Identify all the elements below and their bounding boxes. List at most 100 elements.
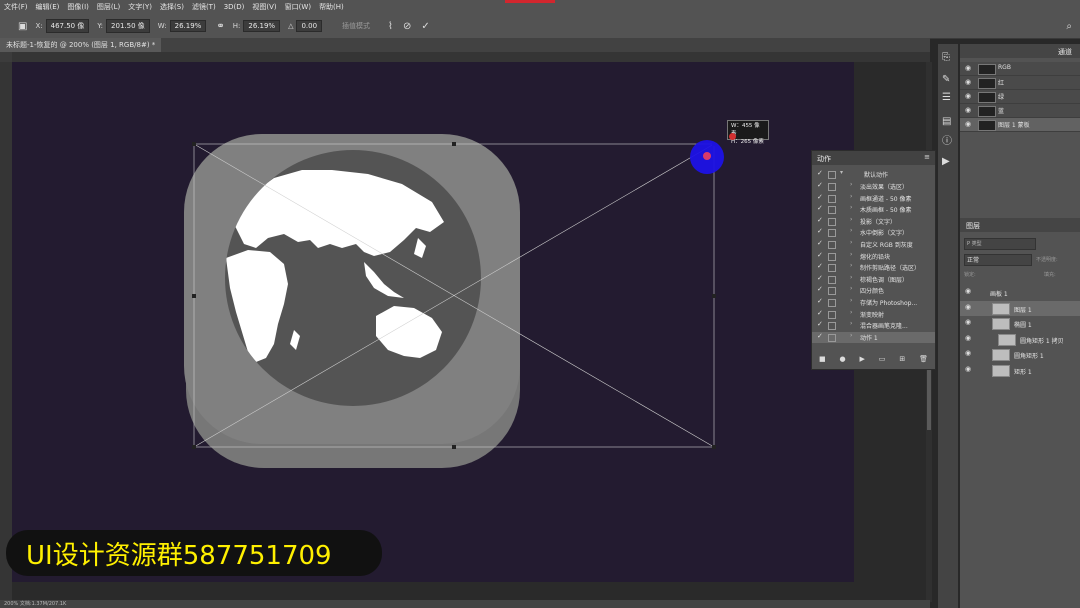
visibility-eye-icon[interactable]: ◉ (965, 303, 971, 311)
expand-chevron-icon[interactable]: › (850, 274, 852, 281)
action-set-row[interactable]: ✓ ▾ 默认动作 (812, 169, 935, 181)
layer-row[interactable]: ◉ 椭圆 1 (960, 316, 1080, 331)
dialog-toggle-icon[interactable] (828, 299, 836, 307)
visibility-eye-icon[interactable]: ◉ (965, 78, 971, 86)
check-icon[interactable]: ✓ (817, 239, 823, 247)
menu-item[interactable]: 编辑(E) (32, 2, 64, 12)
action-row[interactable]: ✓ › 存储为 Photoshop... (812, 297, 935, 309)
tab-channels[interactable]: 通道 (1058, 47, 1072, 57)
check-icon[interactable]: ✓ (817, 216, 823, 224)
action-row[interactable]: ✓ › 淡出效果（选区） (812, 181, 935, 193)
check-icon[interactable]: ✓ (817, 169, 823, 177)
check-icon[interactable]: ✓ (817, 332, 823, 340)
dialog-toggle-icon[interactable] (828, 322, 836, 331)
dialog-toggle-icon[interactable] (828, 194, 836, 203)
expand-chevron-icon[interactable]: › (850, 239, 852, 246)
check-icon[interactable]: ✓ (817, 251, 823, 259)
check-icon[interactable]: ✓ (817, 309, 823, 317)
action-row[interactable]: ✓ › 混合器画笔克隆... (812, 320, 935, 332)
check-icon[interactable]: ✓ (817, 181, 823, 189)
action-row[interactable]: ✓ › 制作剪贴路径（选区） (812, 262, 935, 274)
check-icon[interactable]: ✓ (817, 274, 823, 282)
reference-point-icon[interactable]: ▣ (18, 21, 27, 32)
info-icon[interactable]: ⓘ (942, 132, 952, 147)
expand-chevron-icon[interactable]: ▾ (840, 169, 843, 176)
menu-item[interactable]: 窗口(W) (281, 2, 315, 12)
history-icon[interactable]: ⎘ (942, 52, 950, 63)
layer-row[interactable]: ◉ 图层 1 (960, 300, 1080, 316)
actions-panel[interactable]: 动作 ≡ ✓ ▾ 默认动作 ✓ › 淡出效果（选区） ✓ › 画框通道 - 50 像素 ✓ › 木质画… (811, 150, 936, 370)
dialog-toggle-icon[interactable] (828, 241, 836, 249)
brush-icon[interactable]: ✎ (942, 74, 950, 85)
menu-item[interactable]: 选择(S) (156, 2, 188, 12)
menu-item[interactable]: 图层(L) (93, 2, 124, 12)
expand-chevron-icon[interactable]: › (850, 251, 852, 258)
interpolation-label[interactable]: 插值模式 (342, 21, 370, 31)
new-action-icon[interactable]: ⊞ (899, 355, 905, 363)
expand-chevron-icon[interactable]: › (850, 216, 852, 223)
cancel-transform-icon[interactable]: ⊘ (403, 21, 411, 32)
dialog-toggle-icon[interactable] (828, 333, 836, 342)
document-tab[interactable]: 未标题-1-恢复的 @ 200% (图层 1, RGB/8#) * (0, 38, 162, 52)
action-row[interactable]: ✓ › 四分颜色 (812, 285, 935, 297)
action-row[interactable]: ✓ › 投影（文字） (812, 216, 935, 228)
action-row[interactable]: ✓ › 熔化的铅块 (812, 251, 935, 263)
expand-chevron-icon[interactable]: › (850, 181, 852, 188)
check-icon[interactable]: ✓ (817, 227, 823, 235)
stop-icon[interactable]: ■ (819, 355, 826, 363)
record-icon[interactable]: ● (839, 355, 845, 363)
menu-item[interactable]: 视图(V) (248, 2, 280, 12)
expand-chevron-icon[interactable]: › (850, 193, 852, 200)
tab-layers[interactable]: 图层 (966, 221, 980, 231)
visibility-eye-icon[interactable]: ◉ (965, 318, 971, 326)
warp-icon[interactable]: ⌇ (388, 21, 393, 32)
check-icon[interactable]: ✓ (817, 285, 823, 293)
action-row[interactable]: ✓ › 自定义 RGB 到灰度 (812, 239, 935, 251)
dialog-toggle-icon[interactable] (828, 275, 836, 284)
check-icon[interactable]: ✓ (817, 193, 823, 201)
dialog-toggle-icon[interactable] (828, 287, 836, 296)
menu-item[interactable]: 帮助(H) (315, 2, 348, 12)
menu-item[interactable]: 3D(D) (220, 3, 249, 11)
canvas[interactable] (12, 62, 854, 582)
angle-field[interactable]: △ 0.00 (288, 20, 323, 32)
expand-chevron-icon[interactable]: › (850, 285, 852, 292)
menu-item[interactable]: 图像(I) (63, 2, 93, 12)
visibility-eye-icon[interactable]: ◉ (965, 287, 971, 295)
w-field[interactable]: W: 26.19% (158, 20, 207, 32)
channel-row[interactable]: ◉ 图层 1 蒙板 (960, 118, 1080, 132)
check-icon[interactable]: ✓ (817, 297, 823, 305)
adjustments-icon[interactable]: ☰ (942, 92, 951, 103)
commit-transform-icon[interactable]: ✓ (421, 21, 429, 32)
visibility-eye-icon[interactable]: ◉ (965, 349, 971, 357)
vertical-scrollbar-thumb[interactable] (927, 360, 931, 430)
visibility-eye-icon[interactable]: ◉ (965, 120, 971, 128)
channel-row[interactable]: ◉ 蓝 (960, 104, 1080, 118)
menu-item[interactable]: 滤镜(T) (188, 2, 220, 12)
delete-icon[interactable]: 🗑 (919, 355, 928, 363)
properties-icon[interactable]: ▤ (942, 116, 951, 127)
panel-menu-icon[interactable]: ≡ (924, 153, 930, 161)
dialog-toggle-icon[interactable] (828, 217, 836, 226)
channel-row[interactable]: ◉ 红 (960, 76, 1080, 90)
layer-row[interactable]: ◉ 圆角矩形 1 拷贝 (960, 331, 1080, 347)
expand-chevron-icon[interactable]: › (850, 332, 852, 339)
check-icon[interactable]: ✓ (817, 262, 823, 270)
channel-row[interactable]: ◉ RGB (960, 62, 1080, 76)
dialog-toggle-icon[interactable] (828, 310, 836, 319)
visibility-eye-icon[interactable]: ◉ (965, 92, 971, 100)
layer-row[interactable]: ◉ 画板 1 (960, 285, 1080, 300)
check-icon[interactable]: ✓ (817, 204, 823, 212)
y-field[interactable]: Y: 201.50 像 (97, 19, 150, 33)
blend-mode-select[interactable]: 正常 (964, 254, 1032, 266)
dialog-toggle-icon[interactable] (828, 264, 836, 273)
x-field[interactable]: X: 467.50 像 (35, 19, 90, 33)
layers-search[interactable]: P 类型 (964, 238, 1036, 250)
visibility-eye-icon[interactable]: ◉ (965, 106, 971, 114)
dialog-toggle-icon[interactable] (828, 206, 836, 215)
expand-chevron-icon[interactable]: › (850, 309, 852, 316)
visibility-eye-icon[interactable]: ◉ (965, 334, 971, 342)
expand-chevron-icon[interactable]: › (850, 227, 852, 234)
link-icon[interactable]: ⚭ (216, 21, 224, 32)
layer-row[interactable]: ◉ 圆角矩形 1 (960, 347, 1080, 362)
